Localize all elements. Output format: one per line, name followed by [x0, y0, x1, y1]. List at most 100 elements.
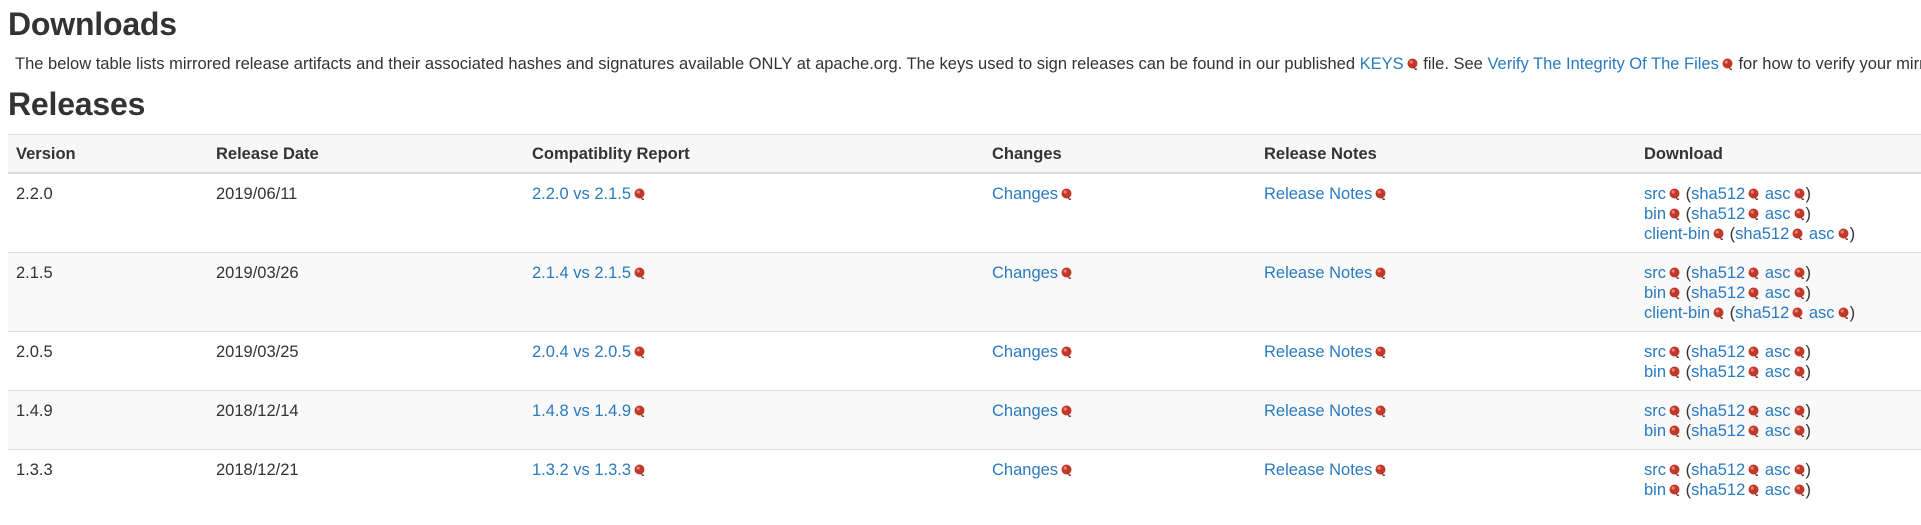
- download-artifact-line: bin (sha512 asc): [1644, 421, 1921, 441]
- sha512-link[interactable]: sha512: [1691, 343, 1745, 361]
- download-artifact-line: bin (sha512 asc): [1644, 362, 1921, 382]
- external-link-icon: [1669, 264, 1681, 280]
- artifact-download-link[interactable]: src: [1644, 185, 1666, 203]
- artifact-download-link[interactable]: bin: [1644, 205, 1666, 223]
- asc-signature-link[interactable]: asc: [1765, 481, 1791, 499]
- artifact-download-link[interactable]: client-bin: [1644, 304, 1710, 322]
- asc-signature-link[interactable]: asc: [1765, 343, 1791, 361]
- external-link-icon: [1722, 55, 1734, 71]
- external-link-icon: [1061, 461, 1073, 477]
- release-notes-link[interactable]: Release Notes: [1264, 185, 1372, 203]
- asc-signature-link[interactable]: asc: [1765, 363, 1791, 381]
- sha512-link[interactable]: sha512: [1691, 402, 1745, 420]
- compatibility-report-link[interactable]: 1.3.2 vs 1.3.3: [532, 461, 631, 479]
- paren-close: ): [1805, 284, 1812, 302]
- asc-signature-link[interactable]: asc: [1765, 205, 1791, 223]
- changes-link[interactable]: Changes: [992, 402, 1058, 420]
- changes-link[interactable]: Changes: [992, 343, 1058, 361]
- release-notes-link[interactable]: Release Notes: [1264, 264, 1372, 282]
- paren-close: ): [1805, 185, 1812, 203]
- artifact-download-link[interactable]: src: [1644, 264, 1666, 282]
- artifact-download-link[interactable]: bin: [1644, 284, 1666, 302]
- artifact-download-link[interactable]: bin: [1644, 422, 1666, 440]
- compatibility-report-link[interactable]: 2.2.0 vs 2.1.5: [532, 185, 631, 203]
- sha512-link[interactable]: sha512: [1691, 205, 1745, 223]
- external-link-icon: [1375, 461, 1387, 477]
- asc-signature-link[interactable]: asc: [1765, 422, 1791, 440]
- sha512-link[interactable]: sha512: [1691, 363, 1745, 381]
- external-link-icon: [1713, 225, 1725, 241]
- sha512-link[interactable]: sha512: [1691, 284, 1745, 302]
- column-header-version: Version: [8, 134, 208, 174]
- external-link-icon: [1669, 363, 1681, 379]
- asc-signature-link[interactable]: asc: [1765, 402, 1791, 420]
- external-link-icon: [1794, 205, 1806, 221]
- asc-signature-link[interactable]: asc: [1809, 225, 1835, 243]
- changes-link[interactable]: Changes: [992, 461, 1058, 479]
- changes-cell: Changes: [984, 172, 1256, 253]
- external-link-icon: [1669, 422, 1681, 438]
- release-notes-link[interactable]: Release Notes: [1264, 343, 1372, 361]
- intro-paragraph: The below table lists mirrored release a…: [15, 54, 1921, 74]
- asc-signature-link[interactable]: asc: [1765, 264, 1791, 282]
- download-artifact-line: bin (sha512 asc): [1644, 480, 1921, 500]
- release-notes-link[interactable]: Release Notes: [1264, 402, 1372, 420]
- external-link-icon: [1669, 343, 1681, 359]
- asc-signature-link[interactable]: asc: [1765, 185, 1791, 203]
- external-link-icon: [1794, 363, 1806, 379]
- sha512-link[interactable]: sha512: [1691, 264, 1745, 282]
- external-link-icon: [634, 264, 646, 280]
- paren-open: (: [1681, 284, 1692, 302]
- release-notes-cell: Release Notes: [1256, 331, 1636, 391]
- artifact-download-link[interactable]: bin: [1644, 481, 1666, 499]
- changes-cell: Changes: [984, 449, 1256, 508]
- external-link-icon: [1375, 264, 1387, 280]
- external-link-icon: [1713, 304, 1725, 320]
- paren-open: (: [1681, 422, 1692, 440]
- external-link-icon: [1748, 461, 1760, 477]
- release-date-cell: 2019/03/25: [208, 331, 524, 391]
- artifact-download-link[interactable]: src: [1644, 461, 1666, 479]
- external-link-icon: [1794, 343, 1806, 359]
- external-link-icon: [1748, 363, 1760, 379]
- asc-signature-link[interactable]: asc: [1809, 304, 1835, 322]
- downloads-page: Downloads The below table lists mirrored…: [0, 0, 1921, 525]
- compatibility-report-link[interactable]: 2.0.4 vs 2.0.5: [532, 343, 631, 361]
- artifact-download-link[interactable]: src: [1644, 343, 1666, 361]
- sha512-link[interactable]: sha512: [1691, 481, 1745, 499]
- paren-close: ): [1805, 363, 1812, 381]
- artifact-download-link[interactable]: src: [1644, 402, 1666, 420]
- sha512-link[interactable]: sha512: [1691, 461, 1745, 479]
- table-row: 2.2.0 2019/06/11 2.2.0 vs 2.1.5 Changes Rele…: [8, 172, 1921, 253]
- external-link-icon: [1375, 402, 1387, 418]
- external-link-icon: [1669, 402, 1681, 418]
- compatibility-report-link[interactable]: 2.1.4 vs 2.1.5: [532, 264, 631, 282]
- table-row: 2.1.5 2019/03/26 2.1.4 vs 2.1.5 Changes Rele…: [8, 252, 1921, 332]
- keys-link[interactable]: KEYS: [1360, 55, 1404, 73]
- paren-open: (: [1681, 185, 1692, 203]
- sha512-link[interactable]: sha512: [1735, 304, 1789, 322]
- release-notes-link[interactable]: Release Notes: [1264, 461, 1372, 479]
- sha512-link[interactable]: sha512: [1735, 225, 1789, 243]
- artifact-download-link[interactable]: bin: [1644, 363, 1666, 381]
- external-link-icon: [1748, 422, 1760, 438]
- release-date-cell: 2019/06/11: [208, 172, 524, 253]
- download-artifact-line: src (sha512 asc): [1644, 263, 1921, 283]
- external-link-icon: [1407, 55, 1419, 71]
- verify-integrity-link[interactable]: Verify The Integrity Of The Files: [1487, 55, 1718, 73]
- asc-signature-link[interactable]: asc: [1765, 284, 1791, 302]
- asc-signature-link[interactable]: asc: [1765, 461, 1791, 479]
- changes-link[interactable]: Changes: [992, 264, 1058, 282]
- compatibility-report-link[interactable]: 1.4.8 vs 1.4.9: [532, 402, 631, 420]
- sha512-link[interactable]: sha512: [1691, 422, 1745, 440]
- external-link-icon: [1669, 205, 1681, 221]
- external-link-icon: [1748, 284, 1760, 300]
- download-artifact-line: bin (sha512 asc): [1644, 204, 1921, 224]
- paren-open: (: [1681, 343, 1692, 361]
- changes-link[interactable]: Changes: [992, 185, 1058, 203]
- external-link-icon: [1748, 264, 1760, 280]
- sha512-link[interactable]: sha512: [1691, 185, 1745, 203]
- artifact-download-link[interactable]: client-bin: [1644, 225, 1710, 243]
- release-notes-cell: Release Notes: [1256, 172, 1636, 253]
- external-link-icon: [1794, 264, 1806, 280]
